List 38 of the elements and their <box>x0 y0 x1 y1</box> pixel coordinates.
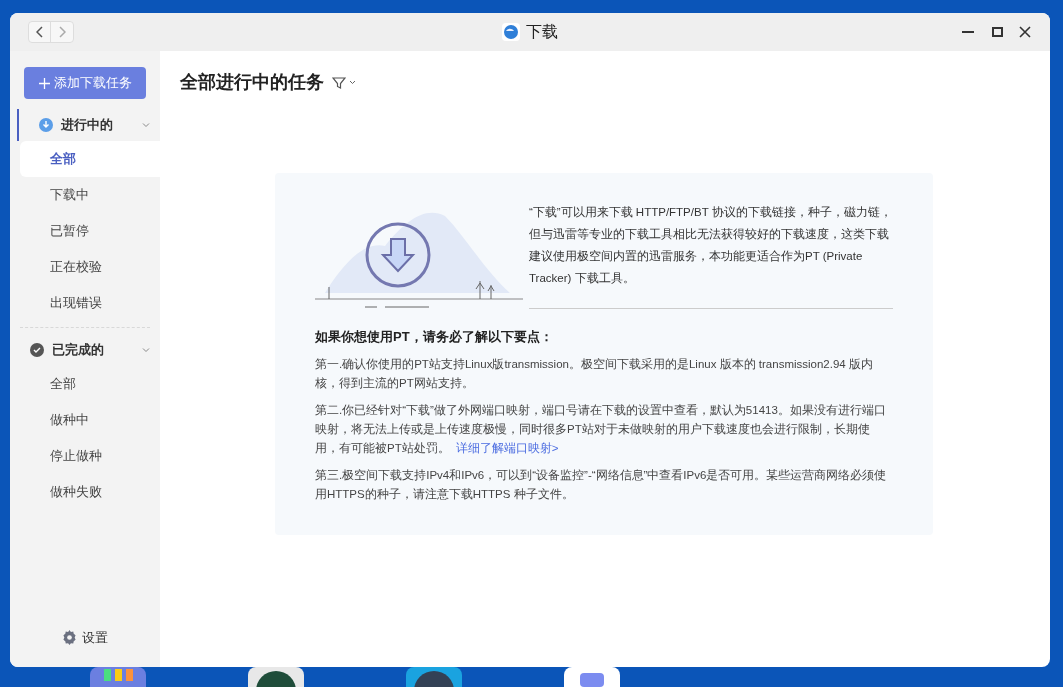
note-paragraph: 第三.极空间下载支持IPv4和IPv6，可以到“设备监控”-“网络信息”中查看IPv6是否可用。某些运营商网络必须使用HTTPS的种子，请注意下载HTTPS 种子文件。 <box>315 467 888 502</box>
sidebar-item[interactable]: 全部 <box>20 141 160 177</box>
app-dock-icon[interactable] <box>564 667 620 687</box>
maximize-button[interactable] <box>990 25 1004 39</box>
sidebar-item[interactable]: 下载中 <box>20 177 160 213</box>
filter-button[interactable] <box>332 75 356 90</box>
sidebar-item[interactable]: 做种中 <box>20 402 160 438</box>
check-circle-icon <box>30 343 44 357</box>
settings-button[interactable]: 设置 <box>62 627 108 647</box>
note-paragraph: 第一.确认你使用的PT站支持Linux版transmission。极空间下载采用的是Linux 版本的 transmission2.94 版内核，得到主流的PT网站支持。 <box>315 356 874 391</box>
group-header[interactable]: 已完成的 <box>10 334 160 366</box>
download-circle-icon <box>39 118 53 132</box>
sidebar-item[interactable]: 做种失败 <box>20 474 160 510</box>
chevron-left-icon <box>35 26 44 38</box>
sidebar-item[interactable]: 已暂停 <box>20 213 160 249</box>
plus-icon <box>38 77 50 89</box>
intro-text: “下载”可以用来下载 HTTP/FTP/BT 协议的下载链接，种子，磁力链，但与迅雷等专业的下载工具相比无法获得较好的下载速度，这类下载建议使用极空间内置的迅雷服务，本功能更适合作为PT (Private Tracker) 下载工具。 <box>529 205 893 286</box>
app-dock-icon[interactable] <box>248 667 304 687</box>
port-mapping-link[interactable]: 详细了解端口映射> <box>455 441 559 454</box>
app-logo-icon <box>502 23 520 41</box>
note-paragraph: 第二.你已经针对“下载”做了外网端口映射，端口号请在下载的设置中查看，默认为51413。如果没有进行端口映射，将无法上传或是上传速度极慢，同时很多PT站对于未做映射的用户下载速度也会进行限制，长期使用，有可能被PT站处罚。 详细了解端口映射> <box>315 402 887 456</box>
sidebar-item[interactable]: 出现错误 <box>20 285 160 321</box>
app-dock-icon[interactable] <box>406 667 462 687</box>
sidebar-item[interactable]: 正在校验 <box>20 249 160 285</box>
sidebar-item[interactable]: 全部 <box>20 366 160 402</box>
caret-icon <box>349 80 356 85</box>
chevron-icon <box>142 122 150 128</box>
add-task-button[interactable]: 添加下载任务 <box>24 67 146 99</box>
notes-heading: 如果你想使用PT，请务必了解以下要点： <box>315 328 554 346</box>
chevron-icon <box>142 347 150 353</box>
app-dock-icon[interactable] <box>90 667 146 687</box>
chevron-right-icon <box>58 26 66 38</box>
filter-icon <box>332 75 346 90</box>
sidebar-item[interactable]: 停止做种 <box>20 438 160 474</box>
page-heading: 全部进行中的任务 <box>180 71 324 94</box>
close-button[interactable] <box>1018 25 1032 39</box>
window-title: 下载 <box>526 22 558 42</box>
settings-icon <box>62 629 77 645</box>
